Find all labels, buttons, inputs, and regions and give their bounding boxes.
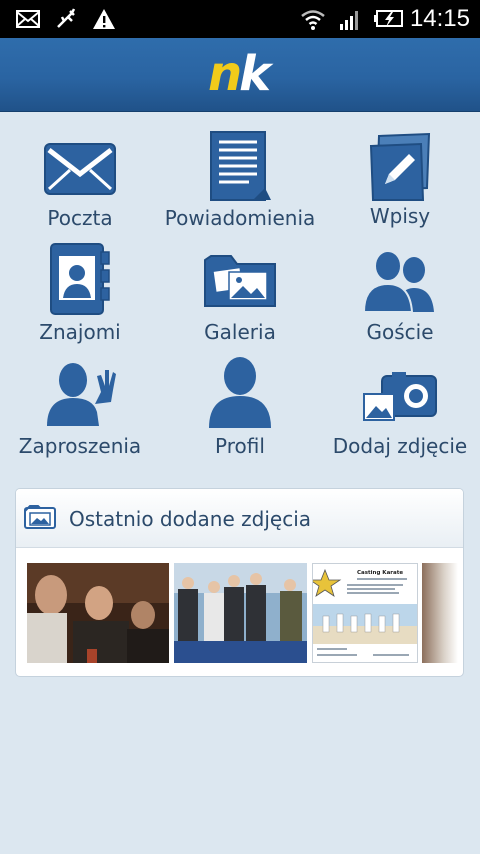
signal-icon [340,11,358,30]
gallery-icon [204,255,276,307]
logo-n: n [208,46,242,102]
wifi-icon [301,10,325,30]
photos-icon [24,505,56,529]
status-time: 14:15 [409,5,470,32]
recent-photos-panel: Ostatnio dodane zdjęcia Casting Karate [15,488,464,677]
recent-photos-title: Ostatnio dodane zdjęcia [69,507,312,531]
menu-item-powiadomienia[interactable]: Powiadomienia [160,128,320,236]
add-photo-camera-icon [363,372,437,421]
menu-label-poczta: Poczta [47,206,113,230]
menu-item-goscie[interactable]: Goście [330,242,470,350]
menu-item-wpisy[interactable]: Wpisy [330,128,470,236]
menu-item-zaproszenia[interactable]: Zaproszenia [10,356,150,464]
menu-label-galeria: Galeria [204,320,276,344]
contacts-book-icon [50,243,110,315]
usb-icon [57,8,76,28]
menu-label-powiadomienia: Powiadomienia [164,206,316,230]
menu-item-znajomi[interactable]: Znajomi [10,242,150,350]
mail-icon [16,10,40,28]
menu-label-profil: Profil [215,434,265,458]
envelope-icon [44,143,116,195]
nk-logo[interactable]: nk [208,50,271,98]
battery-charging-icon [374,10,403,27]
photo-thumbnail[interactable] [27,563,169,663]
recent-photos-header[interactable]: Ostatnio dodane zdjęcia [16,489,463,548]
document-icon [210,131,271,201]
photo-thumbnail[interactable]: Casting Karate [312,563,418,663]
menu-label-dodaj-zdjecie: Dodaj zdjęcie [332,434,468,458]
status-bar: 14:15 [0,0,480,38]
menu-item-dodaj-zdjecie[interactable]: Dodaj zdjęcie [330,356,470,464]
logo-k: k [239,46,271,102]
app-header: nk [0,38,480,112]
menu-label-goscie: Goście [366,320,434,344]
profile-icon [209,357,271,428]
menu-item-poczta[interactable]: Poczta [10,128,150,236]
warning-icon [93,9,115,29]
invite-wave-icon [47,363,116,426]
menu-label-wpisy: Wpisy [369,204,431,228]
guests-icon [362,250,434,313]
menu-item-profil[interactable]: Profil [160,356,320,464]
note-edit-icon [369,132,431,201]
menu-label-zaproszenia: Zaproszenia [18,434,142,458]
menu-item-galeria[interactable]: Galeria [160,242,320,350]
menu-label-znajomi: Znajomi [39,320,121,344]
poster-title: Casting Karate [357,570,403,576]
photo-thumbnail[interactable] [174,563,307,663]
photo-thumbnail[interactable] [422,563,458,663]
